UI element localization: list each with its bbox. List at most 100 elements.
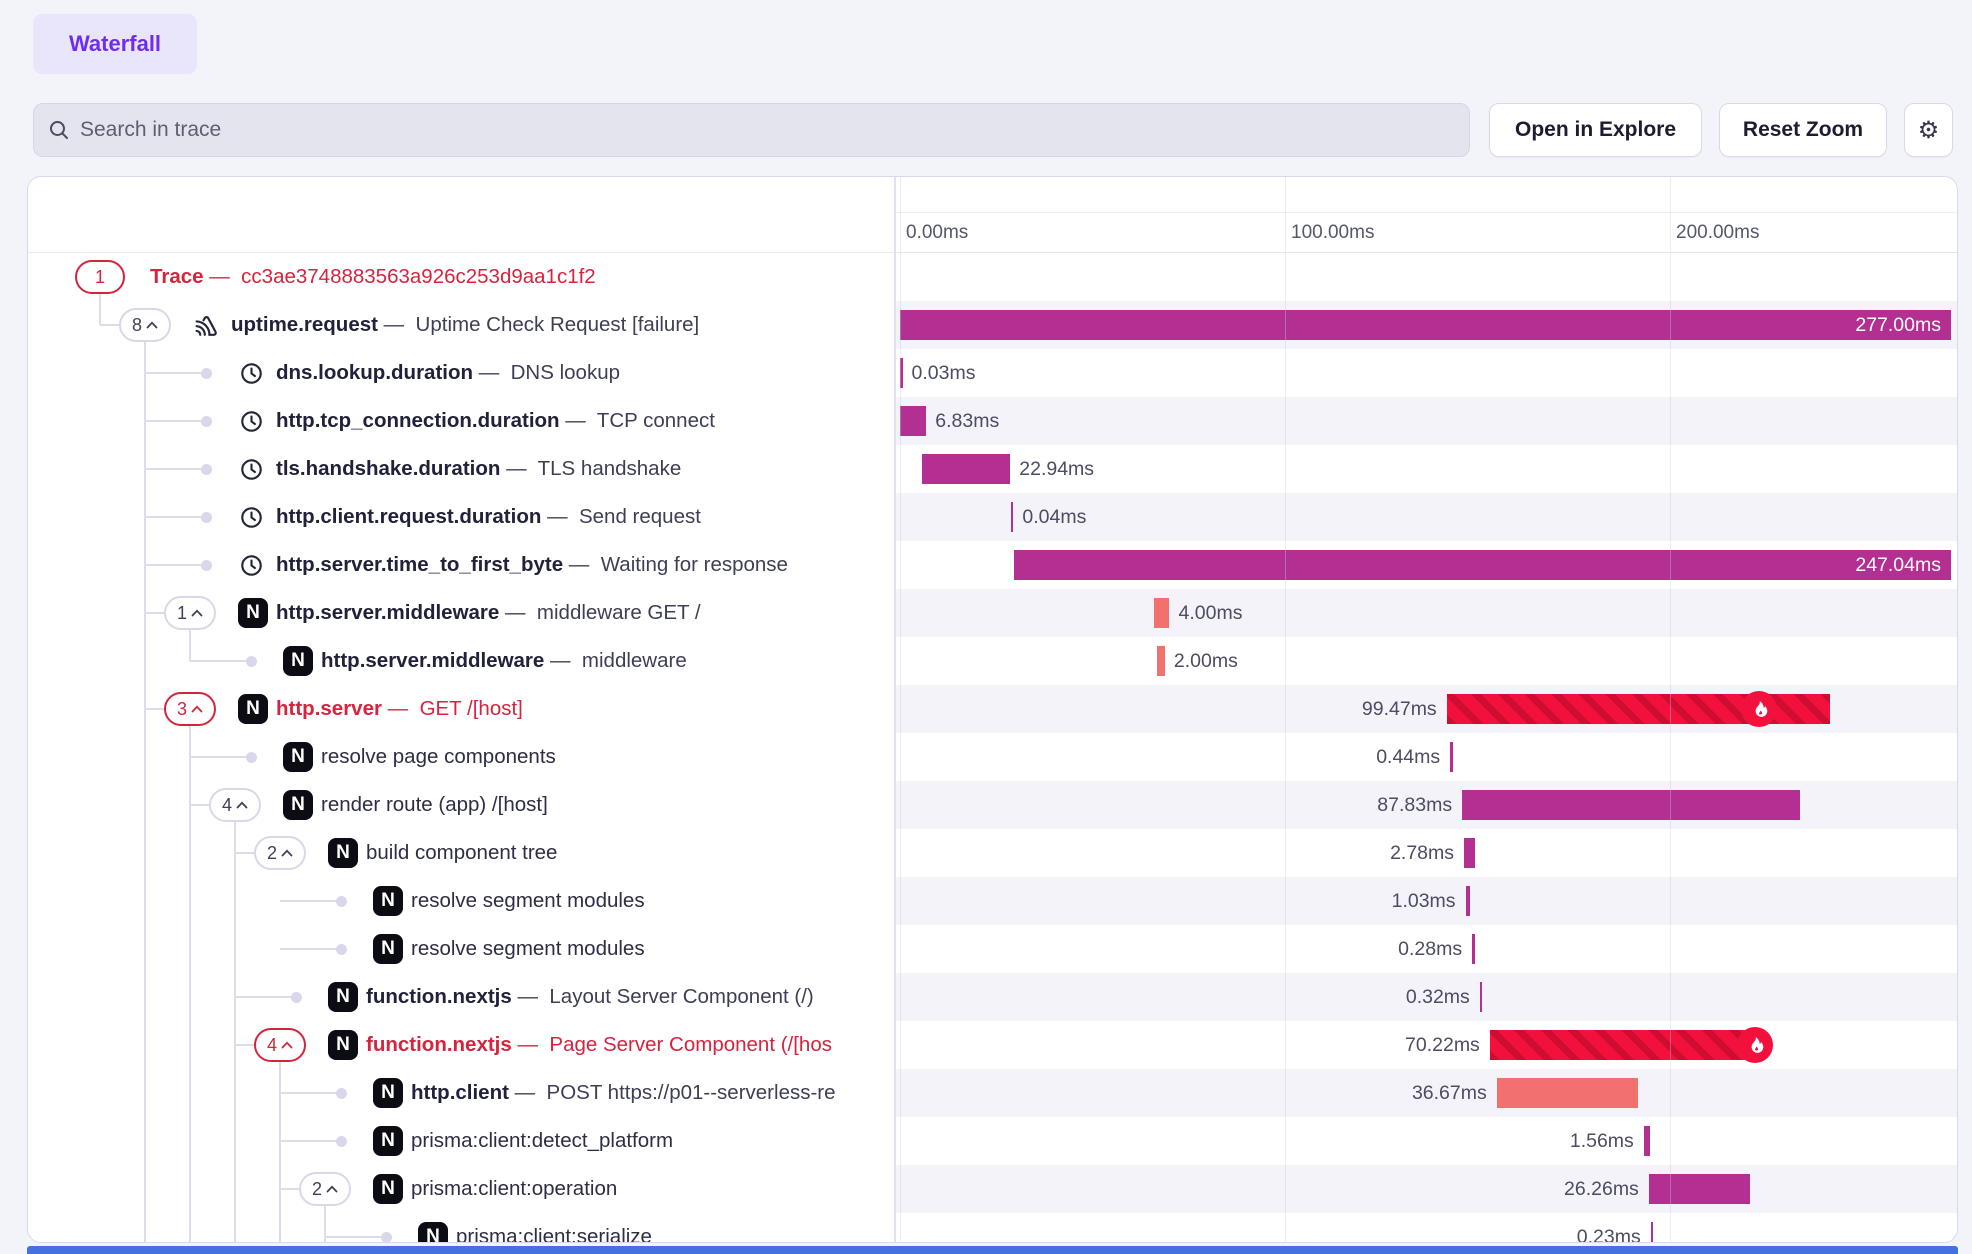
tree-connector	[145, 708, 164, 710]
span-description: Uptime Check Request [failure]	[416, 313, 700, 336]
separator: —	[563, 553, 601, 576]
tree-dot	[201, 512, 212, 523]
duration-label: 2.78ms	[1390, 829, 1454, 877]
separator: —	[499, 601, 537, 624]
collapse-badge[interactable]: 3	[164, 692, 216, 726]
duration-label: 87.83ms	[1377, 781, 1452, 829]
span-description: middleware	[582, 649, 687, 672]
span-duration-bar[interactable]	[1011, 502, 1014, 532]
duration-label: 0.44ms	[1376, 733, 1440, 781]
span-duration-bar[interactable]	[1450, 742, 1453, 772]
span-row[interactable]: http.tcp_connection.duration — TCP conne…	[28, 397, 1957, 445]
span-name: http.client	[411, 1081, 509, 1104]
span-label: http.server.middleware — middleware	[321, 637, 687, 685]
span-label: tls.handshake.duration — TLS handshake	[276, 445, 681, 493]
duration-label: 0.03ms	[912, 349, 976, 397]
span-row[interactable]: http.client.request.duration — Send requ…	[28, 493, 1957, 541]
span-duration-bar[interactable]	[1462, 790, 1800, 820]
collapse-badge[interactable]: 8	[119, 308, 171, 342]
span-name: resolve segment modules	[411, 889, 645, 912]
nextjs-icon: N	[373, 1126, 403, 1156]
span-row[interactable]: 2Nprisma:client:operation26.26ms	[28, 1165, 1957, 1213]
span-row[interactable]: tls.handshake.duration — TLS handshake22…	[28, 445, 1957, 493]
nextjs-icon: N	[373, 934, 403, 964]
collapse-badge[interactable]: 2	[254, 836, 306, 870]
fire-icon	[1737, 1027, 1773, 1063]
span-name: http.client.request.duration	[276, 505, 541, 528]
span-duration-bar[interactable]	[1497, 1078, 1638, 1108]
span-label: http.client — POST https://p01--serverle…	[411, 1069, 836, 1117]
span-duration-bar[interactable]	[1157, 646, 1165, 676]
span-duration-bar[interactable]	[1480, 982, 1483, 1012]
span-duration-bar[interactable]	[1154, 598, 1169, 628]
span-description: POST https://p01--serverless-re	[547, 1081, 836, 1104]
tree-dot	[381, 1232, 392, 1243]
fire-icon	[1741, 691, 1777, 727]
span-duration-bar[interactable]	[922, 454, 1010, 484]
span-row[interactable]: Nresolve segment modules1.03ms	[28, 877, 1957, 925]
nextjs-icon: N	[283, 790, 313, 820]
span-row[interactable]: dns.lookup.duration — DNS lookup0.03ms	[28, 349, 1957, 397]
span-row[interactable]: 1Trace — cc3ae3748883563a926c253d9aa1c1f…	[28, 253, 1957, 301]
span-row[interactable]: Nprisma:client:detect_platform1.56ms	[28, 1117, 1957, 1165]
collapse-badge[interactable]: 4	[209, 788, 261, 822]
span-row[interactable]: Nhttp.server.middleware — middleware2.00…	[28, 637, 1957, 685]
span-details-edge[interactable]	[27, 1246, 1958, 1254]
span-label: render route (app) /[host]	[321, 781, 548, 829]
span-duration-bar[interactable]	[1651, 1222, 1654, 1243]
span-row[interactable]: http.server.time_to_first_byte — Waiting…	[28, 541, 1957, 589]
span-duration-bar[interactable]	[1649, 1174, 1750, 1204]
span-duration-bar[interactable]	[900, 358, 903, 388]
search-input[interactable]	[80, 118, 1455, 142]
span-row[interactable]: 8uptime.request — Uptime Check Request […	[28, 301, 1957, 349]
tree-connector	[280, 948, 341, 950]
collapse-badge[interactable]: 2	[299, 1172, 351, 1206]
span-row[interactable]: Nfunction.nextjs — Layout Server Compone…	[28, 973, 1957, 1021]
span-row[interactable]: Nprisma:client:serialize0.23ms	[28, 1213, 1957, 1243]
span-duration-bar[interactable]	[900, 406, 926, 436]
axis-tick-label: 100.00ms	[1291, 213, 1374, 253]
open-in-explore-button[interactable]: Open in Explore	[1489, 103, 1702, 157]
uptime-icon	[193, 312, 220, 339]
tree-connector	[190, 756, 251, 758]
span-label: prisma:client:operation	[411, 1165, 617, 1213]
span-duration-bar[interactable]	[1466, 886, 1470, 916]
span-duration-bar[interactable]	[1464, 838, 1475, 868]
settings-button[interactable]: ⚙	[1904, 103, 1953, 157]
span-label: http.server.time_to_first_byte — Waiting…	[276, 541, 788, 589]
collapse-badge[interactable]: 4	[254, 1028, 306, 1062]
span-row[interactable]: 2Nbuild component tree2.78ms	[28, 829, 1957, 877]
span-label: http.client.request.duration — Send requ…	[276, 493, 701, 541]
span-name: tls.handshake.duration	[276, 457, 500, 480]
badge-count: 1	[177, 603, 187, 624]
collapse-badge[interactable]: 1	[75, 260, 125, 294]
span-label: prisma:client:serialize	[456, 1213, 652, 1243]
span-row[interactable]: Nresolve segment modules0.28ms	[28, 925, 1957, 973]
span-duration-bar[interactable]	[1014, 550, 1951, 580]
span-duration-bar[interactable]	[1490, 1030, 1760, 1060]
span-row[interactable]: 4Nfunction.nextjs — Page Server Componen…	[28, 1021, 1957, 1069]
span-name: Trace	[150, 265, 204, 288]
tree-dot	[201, 368, 212, 379]
search-box[interactable]	[33, 103, 1470, 157]
span-description: DNS lookup	[511, 361, 620, 384]
span-duration-bar[interactable]	[1472, 934, 1475, 964]
collapse-badge[interactable]: 1	[164, 596, 216, 630]
span-row[interactable]: 1Nhttp.server.middleware — middleware GE…	[28, 589, 1957, 637]
tree-connector	[145, 516, 206, 518]
panel-divider[interactable]	[894, 177, 896, 1242]
span-label: prisma:client:detect_platform	[411, 1117, 673, 1165]
span-duration-bar[interactable]	[1644, 1126, 1650, 1156]
span-row[interactable]: Nhttp.client — POST https://p01--serverl…	[28, 1069, 1957, 1117]
span-row[interactable]: 4Nrender route (app) /[host] 87.83ms	[28, 781, 1957, 829]
span-description: Layout Server Component (/)	[549, 985, 813, 1008]
tab-waterfall[interactable]: Waterfall	[33, 14, 197, 74]
span-row[interactable]: 3Nhttp.server — GET /[host]99.47ms	[28, 685, 1957, 733]
span-duration-bar[interactable]	[900, 310, 1951, 340]
duration-label: 1.03ms	[1392, 877, 1456, 925]
span-row[interactable]: Nresolve page components0.44ms	[28, 733, 1957, 781]
reset-zoom-button[interactable]: Reset Zoom	[1719, 103, 1887, 157]
duration-label: 0.04ms	[1022, 493, 1086, 541]
timeline-minimap-strip[interactable]	[896, 177, 1957, 213]
span-label: resolve segment modules	[411, 925, 645, 973]
